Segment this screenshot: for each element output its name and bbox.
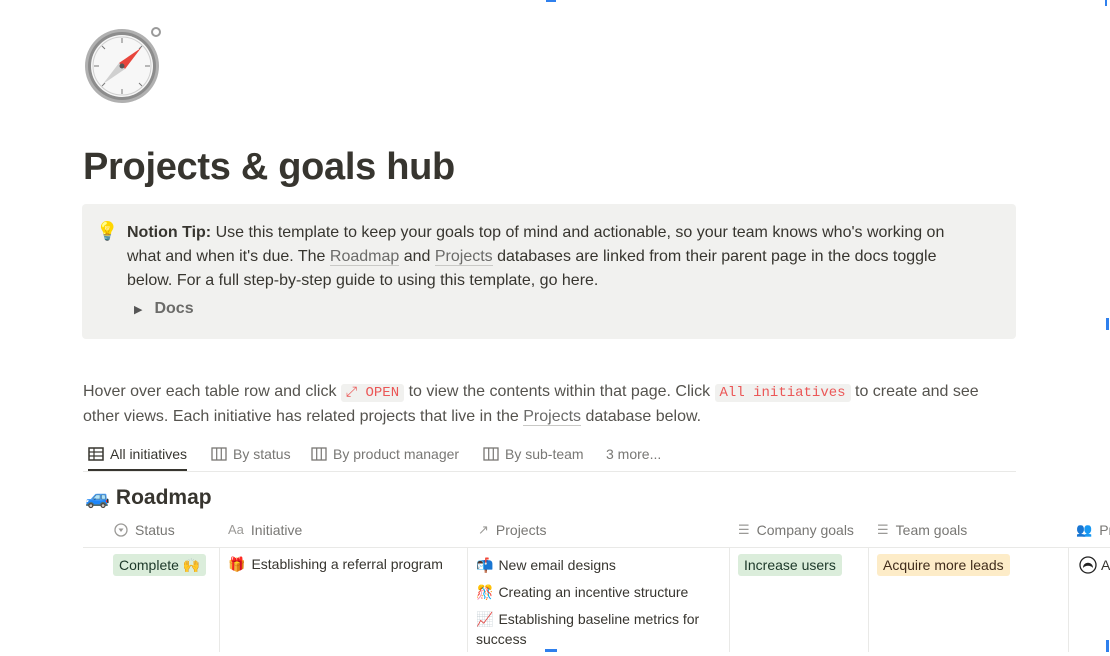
column-divider — [868, 547, 869, 652]
view-tabs: All initiatives By status By product man… — [83, 438, 1016, 472]
docs-toggle-label: Docs — [154, 300, 194, 317]
column-divider — [219, 547, 220, 652]
description-paragraph: Hover over each table row and click ⤢ OP… — [83, 380, 1013, 429]
project-link[interactable]: 📈 Establishing baseline metrics for succe… — [476, 609, 726, 649]
chart-increasing-icon: 📈 — [476, 611, 494, 627]
tab-more-views[interactable]: 3 more... — [606, 438, 661, 470]
tab-all-initiatives[interactable]: All initiatives — [88, 438, 188, 471]
toggle-triangle-icon[interactable]: ▶ — [134, 303, 142, 316]
list-icon: ☰ — [738, 521, 750, 537]
initiative-cell[interactable]: 🎁 Establishing a referral program — [228, 554, 443, 574]
desc-text-part-1: Hover over each table row and click — [83, 383, 341, 400]
database-title[interactable]: 🚙 Roadmap — [85, 485, 212, 510]
board-icon — [483, 447, 499, 461]
company-goal-tag: Increase users — [738, 554, 842, 576]
column-header-label: Projects — [495, 521, 547, 538]
column-divider — [467, 547, 468, 652]
team-goals-cell[interactable]: Acquire more leads — [877, 554, 1010, 576]
desc-text-part-4: database below. — [581, 408, 702, 425]
page-title[interactable]: Projects & goals hub — [83, 146, 455, 189]
status-badge: Complete 🙌 — [113, 554, 207, 576]
avatar — [1079, 556, 1097, 574]
gift-icon: 🎁 — [228, 556, 246, 572]
project-label: New email designs — [498, 557, 616, 573]
car-icon: 🚙 — [85, 487, 110, 509]
tab-by-product-manager[interactable]: By product manager — [311, 438, 459, 470]
desc-text-part-2: to view the contents within that page. C… — [404, 383, 715, 400]
status-icon — [114, 522, 128, 537]
tab-by-sub-team[interactable]: By sub-team — [483, 438, 584, 470]
text-aa-icon: Aa — [228, 522, 244, 537]
board-icon — [311, 447, 327, 461]
tab-label: All initiatives — [110, 445, 188, 462]
roadmap-table: Status Aa Initiative ↗ Projects ☰ Compan… — [83, 512, 1110, 652]
board-icon — [211, 447, 227, 461]
column-header-label: Pr — [1099, 521, 1110, 538]
selection-handle[interactable] — [1105, 0, 1107, 6]
person-initial: A — [1101, 557, 1110, 573]
column-header-company-goals[interactable]: ☰ Company goals — [738, 512, 873, 547]
selection-handle[interactable] — [1106, 318, 1109, 330]
tab-by-status[interactable]: By status — [211, 438, 291, 470]
column-header-label: Initiative — [250, 521, 303, 538]
projects-cell[interactable]: 📬 New email designs 🎊 Creating an incentiv… — [476, 555, 726, 656]
column-header-projects[interactable]: ↗ Projects — [478, 512, 718, 547]
project-label: Establishing baseline metrics for succes… — [476, 611, 700, 647]
projects-database-link[interactable]: Projects — [523, 408, 582, 426]
column-header-product-manager[interactable]: 👥 Pr — [1076, 512, 1110, 547]
callout-text: Notion Tip: Use this template to keep yo… — [127, 221, 977, 293]
projects-link[interactable]: Projects — [434, 248, 493, 266]
selection-handle[interactable] — [546, 0, 556, 2]
selection-handle[interactable] — [1106, 640, 1109, 652]
confetti-icon: 🎊 — [476, 584, 494, 600]
column-header-label: Status — [135, 521, 175, 538]
company-goals-cell[interactable]: Increase users — [738, 554, 842, 576]
column-divider — [1068, 547, 1069, 652]
status-cell[interactable]: Complete 🙌 — [113, 554, 207, 576]
project-link[interactable]: 📬 New email designs — [476, 555, 726, 575]
column-header-status[interactable]: Status — [114, 512, 214, 547]
tab-label: By sub-team — [505, 446, 584, 462]
initiative-title[interactable]: Establishing a referral program — [251, 556, 442, 572]
callout-text-part-2: and — [399, 248, 435, 265]
callout-tip-label: Notion Tip: — [127, 224, 212, 241]
roadmap-link[interactable]: Roadmap — [329, 248, 400, 266]
column-header-label: Team goals — [895, 521, 968, 538]
column-header-team-goals[interactable]: ☰ Team goals — [877, 512, 1057, 547]
product-manager-cell[interactable]: A — [1079, 556, 1110, 574]
tab-label: By product manager — [333, 446, 460, 462]
project-link[interactable]: 🎊 Creating an incentive structure — [476, 582, 726, 602]
relation-arrow-icon: ↗ — [478, 521, 489, 537]
column-header-initiative[interactable]: Aa Initiative — [228, 512, 468, 547]
list-icon: ☰ — [877, 521, 889, 537]
table-icon — [88, 446, 104, 461]
mailbox-icon: 📬 — [476, 557, 494, 573]
notion-tip-callout: 💡 Notion Tip: Use this template to keep … — [82, 204, 1016, 339]
all-initiatives-inline-code: All initiatives — [714, 384, 851, 402]
project-label: Creating an incentive structure — [498, 584, 689, 600]
lightbulb-icon: 💡 — [96, 221, 119, 241]
column-divider — [729, 547, 730, 652]
docs-toggle[interactable]: ▶ Docs — [134, 300, 194, 318]
table-header-divider — [83, 547, 1110, 548]
open-inline-code: ⤢ OPEN — [340, 384, 405, 402]
compass-icon[interactable] — [84, 26, 164, 106]
tab-label: By status — [233, 446, 291, 462]
people-icon: 👥 — [1076, 521, 1093, 537]
database-title-label: Roadmap — [115, 485, 212, 509]
tab-label: 3 more... — [606, 446, 662, 462]
team-goal-tag: Acquire more leads — [877, 554, 1010, 576]
column-header-label: Company goals — [756, 521, 854, 538]
